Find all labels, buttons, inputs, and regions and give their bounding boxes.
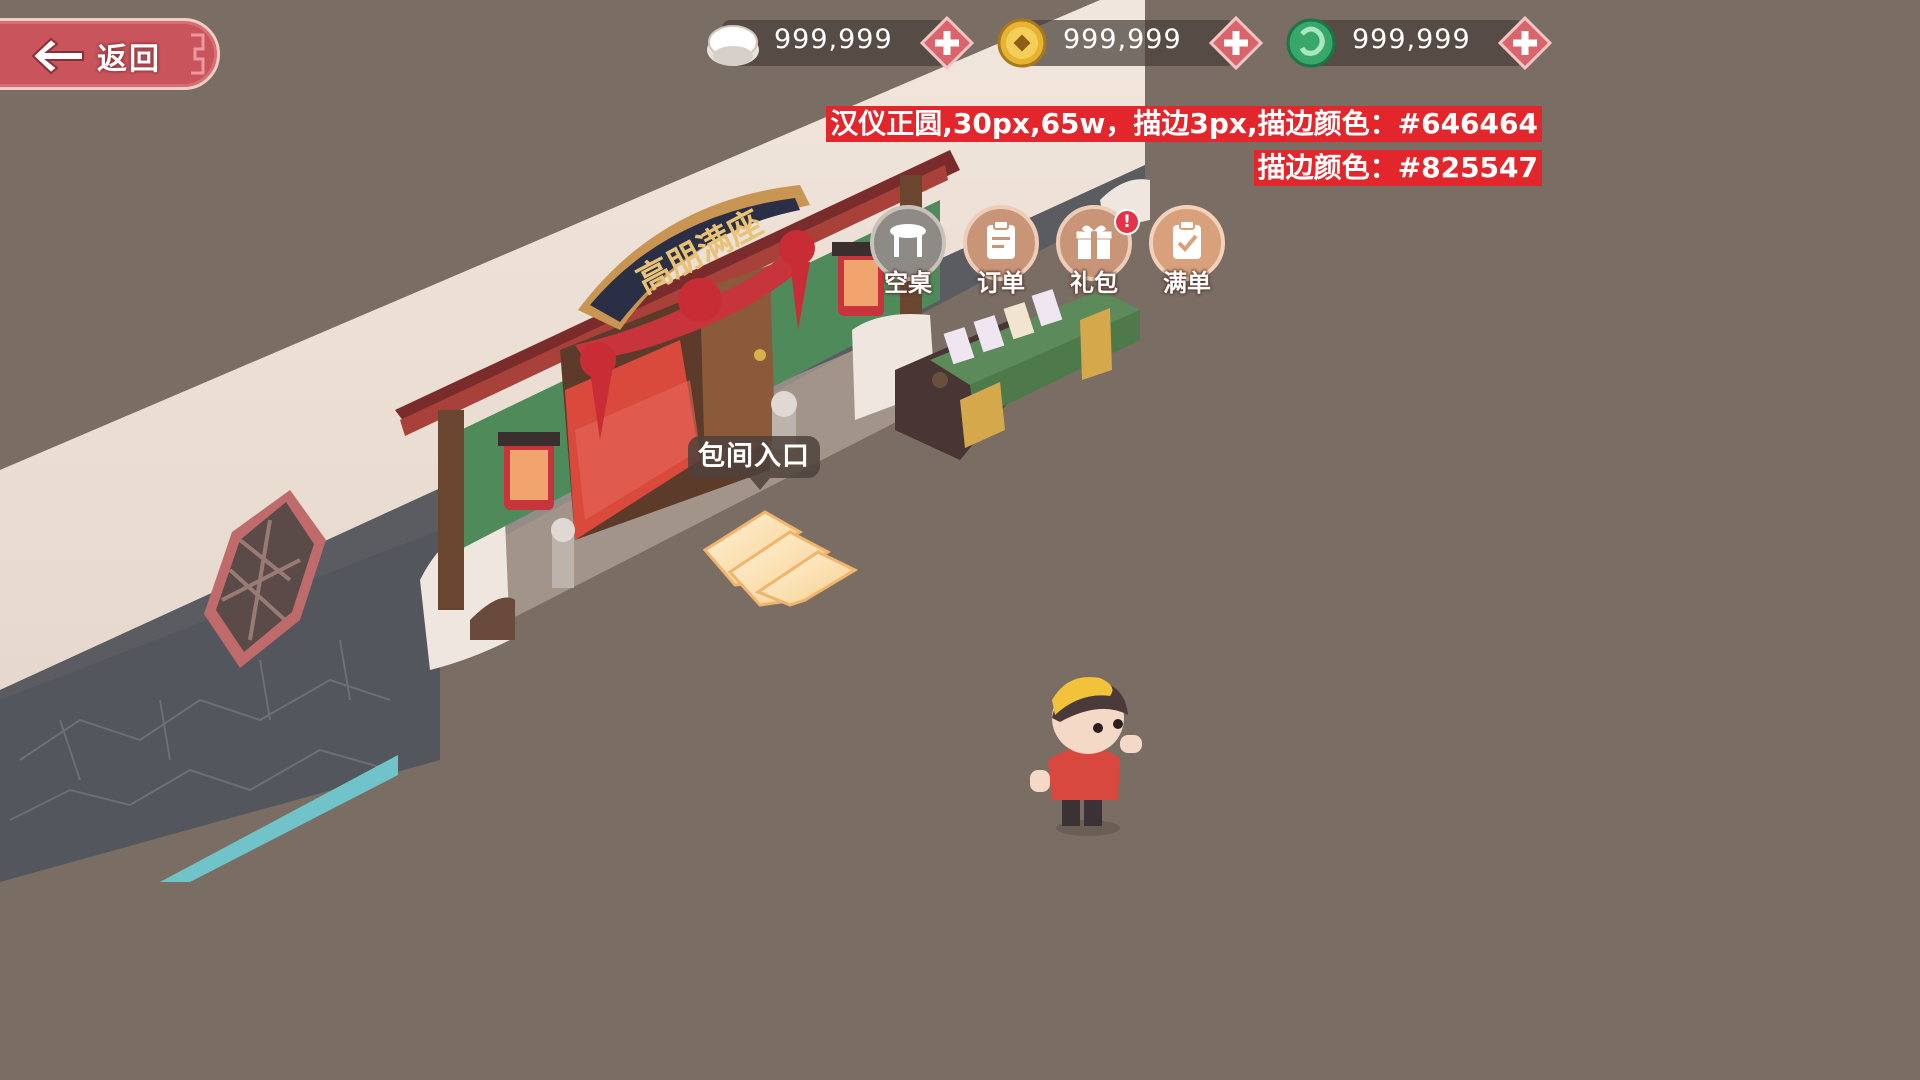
order-icon [987,220,1015,259]
button-label: 满单 [1163,269,1211,297]
button-label: 订单 [977,269,1025,297]
empty-table-button[interactable]: 空桌 [868,205,948,301]
rice-bowl-icon [707,25,759,66]
currency-rice: 999,999 [704,16,974,70]
notification-badge: ! [1114,209,1140,235]
jade-dragon-icon [1286,18,1336,68]
currency-value: 999,999 [1352,24,1471,55]
table-icon [890,224,926,257]
currency-value: 999,999 [1063,24,1182,55]
gift-icon [1075,225,1113,259]
order-button[interactable]: 订单 [961,205,1041,301]
entrance-arrow [702,510,859,607]
gold-coin-icon [997,18,1047,68]
button-label: 空桌 [884,269,932,297]
waiter-character [1030,676,1142,836]
currency-coin: 999,999 [993,16,1263,70]
currency-jade: 999,999 [1282,16,1552,70]
currency-value: 999,999 [774,24,893,55]
full-order-icon [1173,220,1201,259]
entrance-label-text: 包间入口 [698,441,810,472]
game-screen: 高朋满座 返回 999,999 999,999 999,999 汉仪正圆,30p… [0,0,1568,882]
gift-pack-button[interactable]: 礼包 ! [1054,205,1140,301]
design-annotation-line2: 描边颜色：#825547 [1253,150,1542,186]
button-label: 礼包 [1070,269,1118,297]
add-rice-button[interactable] [920,16,974,70]
lantern [498,432,560,510]
design-annotation-line1: 汉仪正圆,30px,65w，描边3px,描边颜色：#646464 [826,106,1542,142]
tooltip-tail [750,478,770,490]
private-room-entrance-label[interactable]: 包间入口 [688,436,820,490]
add-coin-button[interactable] [1209,16,1263,70]
back-arrow-icon [31,37,84,75]
back-button[interactable]: 返回 [0,18,220,90]
ornament-icon [191,33,205,75]
add-jade-button[interactable] [1498,16,1552,70]
reception-counter [895,289,1140,460]
back-button-label: 返回 [97,42,161,77]
full-order-button[interactable]: 满单 [1147,205,1227,301]
